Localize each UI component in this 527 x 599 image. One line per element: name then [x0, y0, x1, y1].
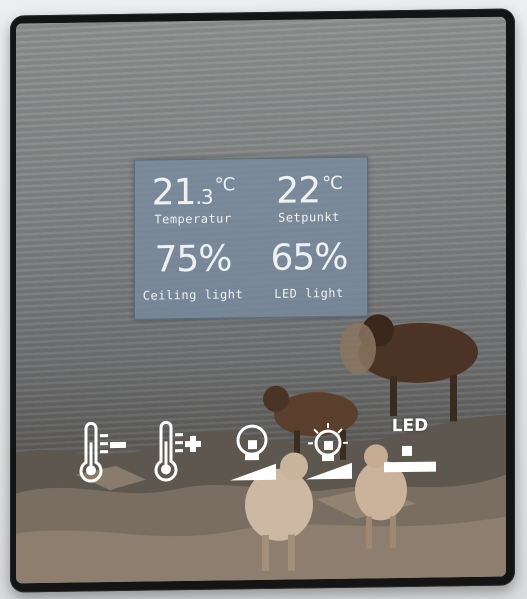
- setpoint-label: Setpunkt: [278, 209, 340, 225]
- ceiling-light-dim-icon: [230, 424, 276, 481]
- thermometer-plus-icon: [154, 420, 201, 482]
- touch-screen: 21.3 °C Temperatur 22 °C Setpunkt 75% Ceil…: [16, 16, 506, 584]
- temperature-integer: 21: [151, 171, 196, 214]
- temperature-up-button[interactable]: [151, 419, 207, 498]
- thermometer-minus-icon: [79, 421, 126, 483]
- temperature-label: Temperatur: [154, 211, 232, 227]
- led-light-button[interactable]: LED: [382, 416, 438, 495]
- ceiling-light-label: Ceiling light: [142, 287, 244, 303]
- setpoint-number: 22: [276, 170, 321, 212]
- led-button-label: LED: [391, 415, 429, 437]
- ceiling-light-bright-icon: [306, 423, 352, 480]
- ceiling-light-value: 75%: [154, 238, 232, 281]
- temperature-decimal: .3: [195, 184, 213, 209]
- temperature-down-button[interactable]: [76, 420, 132, 499]
- ceiling-light-up-button[interactable]: [302, 417, 358, 496]
- led-light-value: 65%: [270, 236, 348, 279]
- setpoint-value: 22 °C: [251, 164, 367, 213]
- temperature-value: 21.3 °C: [135, 165, 251, 218]
- led-light-label: LED light: [274, 285, 344, 301]
- temperature-unit: °C: [214, 174, 235, 196]
- status-display: 21.3 °C Temperatur 22 °C Setpunkt 75% Ceil…: [134, 156, 368, 320]
- ceiling-light-down-button[interactable]: [226, 418, 282, 497]
- setpoint-unit: °C: [322, 172, 342, 195]
- wall-control-panel: 21.3 °C Temperatur 22 °C Setpunkt 75% Ceil…: [10, 8, 515, 593]
